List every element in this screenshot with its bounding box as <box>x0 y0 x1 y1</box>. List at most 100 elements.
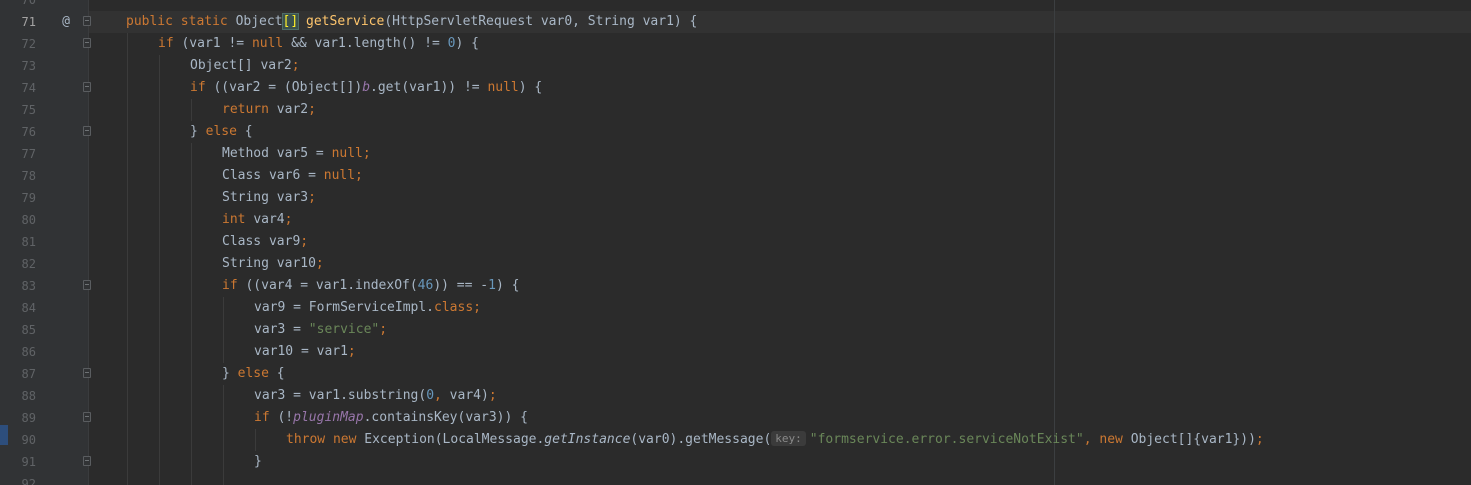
code-token: null; <box>323 168 363 183</box>
code-token: var3 = <box>254 322 309 337</box>
code-token: Object[] var2 <box>190 58 292 73</box>
code-line[interactable]: 74 if ((var2 = (Object[])b.get(var1)) != … <box>0 77 1471 99</box>
line-number[interactable]: 71 <box>8 11 36 33</box>
code-line[interactable]: 78 Class var6 = null; <box>0 165 1471 187</box>
fold-marker-icon[interactable] <box>83 126 91 136</box>
line-number[interactable]: 89 <box>8 407 36 429</box>
code-line[interactable]: 84 var9 = FormServiceImpl.class; <box>0 297 1471 319</box>
code-text[interactable]: } else { <box>190 121 253 143</box>
code-token: Object <box>235 14 283 29</box>
code-line[interactable]: 89 if (!pluginMap.containsKey(var3)) { <box>0 407 1471 429</box>
fold-marker-icon[interactable] <box>83 368 91 378</box>
fold-marker-icon[interactable] <box>83 38 91 48</box>
code-token: } <box>190 124 206 139</box>
code-token: Object[]{var1})) <box>1130 432 1256 447</box>
code-line[interactable]: 73 Object[] var2; <box>0 55 1471 77</box>
code-line[interactable]: 81 Class var9; <box>0 231 1471 253</box>
code-token: if <box>222 278 246 293</box>
code-line[interactable]: 75 return var2; <box>0 99 1471 121</box>
code-text[interactable]: var10 = var1; <box>254 341 356 363</box>
line-number[interactable]: 92 <box>8 473 36 485</box>
line-number[interactable]: 90 <box>8 429 36 451</box>
code-line[interactable]: 79 String var3; <box>0 187 1471 209</box>
code-token: ) { <box>455 36 479 51</box>
code-token: ) { <box>518 80 543 95</box>
code-text[interactable]: Class var6 = null; <box>222 165 363 187</box>
code-line[interactable]: 72 if (var1 != null && var1.length() != 0… <box>0 33 1471 55</box>
code-token: if <box>190 80 214 95</box>
line-number[interactable]: 75 <box>8 99 36 121</box>
code-token: null <box>487 80 519 95</box>
code-text[interactable]: throw new Exception(LocalMessage.getInst… <box>286 429 1264 451</box>
code-text[interactable]: Object[] var2; <box>190 55 300 77</box>
line-number[interactable]: 91 <box>8 451 36 473</box>
line-number[interactable]: 72 <box>8 33 36 55</box>
code-text[interactable]: String var3; <box>222 187 316 209</box>
code-line[interactable]: 92 <box>0 473 1471 485</box>
code-token: } <box>222 366 238 381</box>
line-number[interactable]: 88 <box>8 385 36 407</box>
code-line[interactable]: 91} <box>0 451 1471 473</box>
code-text[interactable]: } <box>254 451 262 473</box>
code-line[interactable]: 76 } else { <box>0 121 1471 143</box>
code-text[interactable]: int var4; <box>222 209 292 231</box>
code-line[interactable]: 77 Method var5 = null; <box>0 143 1471 165</box>
code-line[interactable]: 86 var10 = var1; <box>0 341 1471 363</box>
code-token: var4 <box>253 212 285 227</box>
line-number[interactable]: 77 <box>8 143 36 165</box>
line-number[interactable]: 74 <box>8 77 36 99</box>
code-text[interactable]: Method var5 = null; <box>222 143 371 165</box>
code-token: if <box>158 36 182 51</box>
code-token: ((var2 = (Object[]) <box>213 80 363 95</box>
code-token: Class var9 <box>222 234 301 249</box>
code-text[interactable]: if ((var2 = (Object[])b.get(var1)) != nu… <box>190 77 542 99</box>
code-token: String var10 <box>222 256 316 271</box>
code-token: "service" <box>308 322 380 337</box>
code-token: .containsKey(var3)) { <box>363 410 528 425</box>
code-token: (var1 != <box>181 36 252 51</box>
code-token: else <box>205 124 245 139</box>
code-line[interactable]: 71 @ public static Object[] getService(Htt… <box>0 11 1471 33</box>
code-line[interactable]: 83 if ((var4 = var1.indexOf(46)) == -1) { <box>0 275 1471 297</box>
code-text[interactable]: var3 = var1.substring(0, var4); <box>254 385 497 407</box>
code-token: ; <box>347 344 356 359</box>
code-text[interactable]: var3 = "service"; <box>254 319 387 341</box>
code-line[interactable]: 70 <box>0 0 1471 11</box>
line-number[interactable]: 83 <box>8 275 36 297</box>
code-line[interactable]: 87 } else { <box>0 363 1471 385</box>
code-text[interactable]: return var2; <box>222 99 316 121</box>
code-text[interactable]: if ((var4 = var1.indexOf(46)) == -1) { <box>222 275 519 297</box>
code-text[interactable]: } else { <box>222 363 285 385</box>
code-text[interactable]: Class var9; <box>222 231 308 253</box>
fold-marker-icon[interactable] <box>83 456 91 466</box>
code-line[interactable]: 90 throw new Exception(LocalMessage.getIn… <box>0 429 1471 451</box>
line-number[interactable]: 79 <box>8 187 36 209</box>
fold-marker-icon[interactable] <box>83 16 91 26</box>
line-number[interactable]: 73 <box>8 55 36 77</box>
line-number[interactable]: 82 <box>8 253 36 275</box>
code-text[interactable]: var9 = FormServiceImpl.class; <box>254 297 481 319</box>
code-line[interactable]: 88 var3 = var1.substring(0, var4); <box>0 385 1471 407</box>
line-number[interactable]: 85 <box>8 319 36 341</box>
code-text[interactable]: if (var1 != null && var1.length() != 0) … <box>158 33 479 55</box>
line-number[interactable]: 84 <box>8 297 36 319</box>
override-annotation-icon[interactable]: @ <box>58 11 74 33</box>
line-number[interactable]: 81 <box>8 231 36 253</box>
line-number[interactable]: 86 <box>8 341 36 363</box>
code-text[interactable]: public static Object[] getService(HttpSe… <box>126 11 697 33</box>
line-number[interactable]: 87 <box>8 363 36 385</box>
code-line[interactable]: 85 var3 = "service"; <box>0 319 1471 341</box>
line-number[interactable]: 76 <box>8 121 36 143</box>
line-number[interactable]: 78 <box>8 165 36 187</box>
fold-marker-icon[interactable] <box>83 412 91 422</box>
fold-marker-icon[interactable] <box>83 280 91 290</box>
code-token: public static <box>126 14 236 29</box>
code-text[interactable]: if (!pluginMap.containsKey(var3)) { <box>254 407 528 429</box>
code-line[interactable]: 82 String var10; <box>0 253 1471 275</box>
code-text[interactable]: String var10; <box>222 253 324 275</box>
line-number[interactable]: 70 <box>8 0 36 11</box>
code-line[interactable]: 80 int var4; <box>0 209 1471 231</box>
line-number[interactable]: 80 <box>8 209 36 231</box>
code-editor[interactable]: 70 71 @ public static Object[] getService(H… <box>0 0 1471 485</box>
fold-marker-icon[interactable] <box>83 82 91 92</box>
